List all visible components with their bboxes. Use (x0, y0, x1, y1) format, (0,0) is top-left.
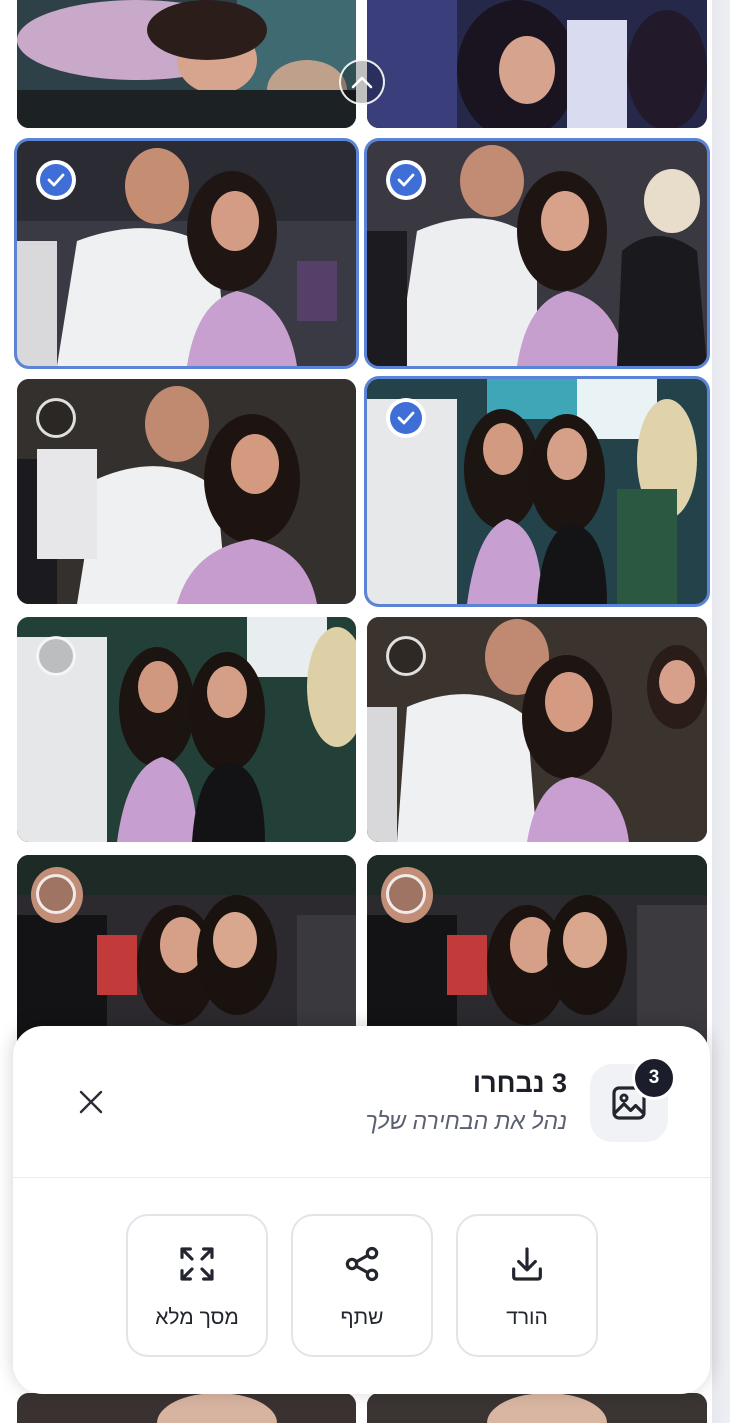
unselected-check-icon[interactable] (36, 398, 76, 438)
gallery-page: 3 3 נבחרו נהל את הבחירה שלך הורד שתף מסך… (0, 0, 730, 1423)
fullscreen-label: מסך מלא (155, 1306, 239, 1329)
photo-image (367, 1393, 707, 1423)
download-label: הורד (506, 1306, 548, 1329)
photo-tile[interactable] (364, 376, 710, 607)
download-button[interactable]: הורד (456, 1214, 598, 1357)
selection-count-badge: 3 (632, 1056, 676, 1100)
chevron-up-icon (351, 76, 373, 89)
selection-header: 3 3 נבחרו נהל את הבחירה שלך (13, 1026, 710, 1178)
photo-tile[interactable] (367, 0, 707, 128)
close-button[interactable] (69, 1080, 113, 1124)
fullscreen-icon (180, 1247, 214, 1281)
photo-image (367, 0, 707, 128)
sheet-divider (13, 1177, 710, 1178)
photo-tile[interactable] (367, 617, 707, 842)
photo-image (17, 1393, 356, 1423)
download-icon (512, 1247, 542, 1281)
selection-title: 3 נבחרו (472, 1068, 567, 1098)
share-icon (345, 1246, 379, 1282)
unselected-check-icon[interactable] (386, 874, 426, 914)
action-bar: הורד שתף מסך מלא (13, 1214, 710, 1360)
photo-tile[interactable] (364, 138, 710, 369)
photo-image (17, 0, 356, 128)
selected-check-icon[interactable] (386, 398, 426, 438)
fullscreen-button[interactable]: מסך מלא (126, 1214, 268, 1357)
photo-tile[interactable] (17, 617, 356, 842)
close-icon (79, 1090, 103, 1114)
selected-check-icon[interactable] (386, 160, 426, 200)
unselected-check-icon[interactable] (36, 874, 76, 914)
unselected-check-icon[interactable] (36, 636, 76, 676)
photo-tile[interactable] (14, 138, 359, 369)
selection-sheet: 3 3 נבחרו נהל את הבחירה שלך הורד שתף מסך… (13, 1026, 710, 1394)
selection-subtitle: נהל את הבחירה שלך (365, 1108, 567, 1134)
photo-tile[interactable] (17, 0, 356, 128)
unselected-check-icon[interactable] (386, 636, 426, 676)
share-label: שתף (340, 1306, 384, 1329)
selected-check-icon[interactable] (36, 160, 76, 200)
scroll-up-button[interactable] (339, 59, 385, 105)
photo-tile[interactable] (367, 1393, 707, 1423)
photo-tile[interactable] (17, 1393, 356, 1423)
photo-tile[interactable] (17, 379, 356, 604)
share-button[interactable]: שתף (291, 1214, 433, 1357)
